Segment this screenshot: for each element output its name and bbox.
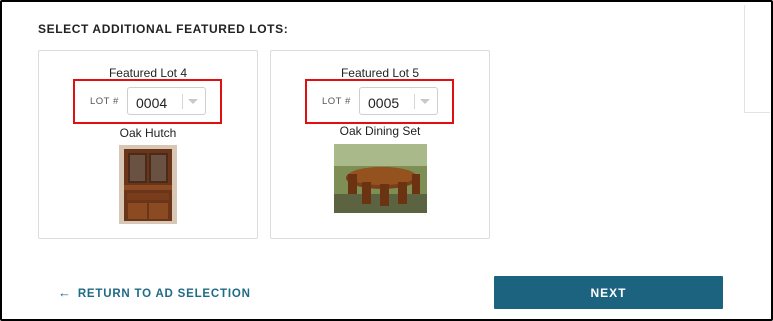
side-panel <box>744 5 770 113</box>
item-name: Oak Hutch <box>119 126 177 140</box>
section-title: SELECT ADDITIONAL FEATURED LOTS: <box>38 22 289 36</box>
return-to-ad-selection-link[interactable]: ← RETURN TO AD SELECTION <box>58 285 251 300</box>
featured-lot-card-5: Featured Lot 5 LOT # 0005 Oak Dining Set <box>270 50 490 239</box>
lot-number-label: LOT # <box>322 96 351 107</box>
page-frame: SELECT ADDITIONAL FEATURED LOTS: Feature… <box>0 0 773 321</box>
card-title: Featured Lot 4 <box>108 66 188 80</box>
lot-number-select[interactable]: 0004 <box>127 87 206 115</box>
card-title: Featured Lot 5 <box>340 66 420 80</box>
lot-number-label: LOT # <box>90 96 119 107</box>
item-thumbnail <box>334 144 427 213</box>
lot-number-select[interactable]: 0005 <box>359 87 438 115</box>
lot-number-value: 0004 <box>136 95 168 111</box>
select-separator <box>182 94 183 109</box>
select-separator <box>414 94 415 109</box>
lot-number-value: 0005 <box>368 95 400 111</box>
chevron-down-icon[interactable] <box>420 99 430 104</box>
back-link-label: RETURN TO AD SELECTION <box>77 288 251 300</box>
arrow-left-icon: ← <box>58 285 72 300</box>
next-button[interactable]: NEXT <box>494 276 723 309</box>
featured-lot-card-4: Featured Lot 4 LOT # 0004 Oak Hutch <box>38 50 258 239</box>
item-thumbnail <box>119 145 177 224</box>
lot-selector-highlight: LOT # 0005 <box>305 79 454 124</box>
lot-selector-highlight: LOT # 0004 <box>73 79 222 124</box>
chevron-down-icon[interactable] <box>188 99 198 104</box>
item-name: Oak Dining Set <box>339 124 421 138</box>
